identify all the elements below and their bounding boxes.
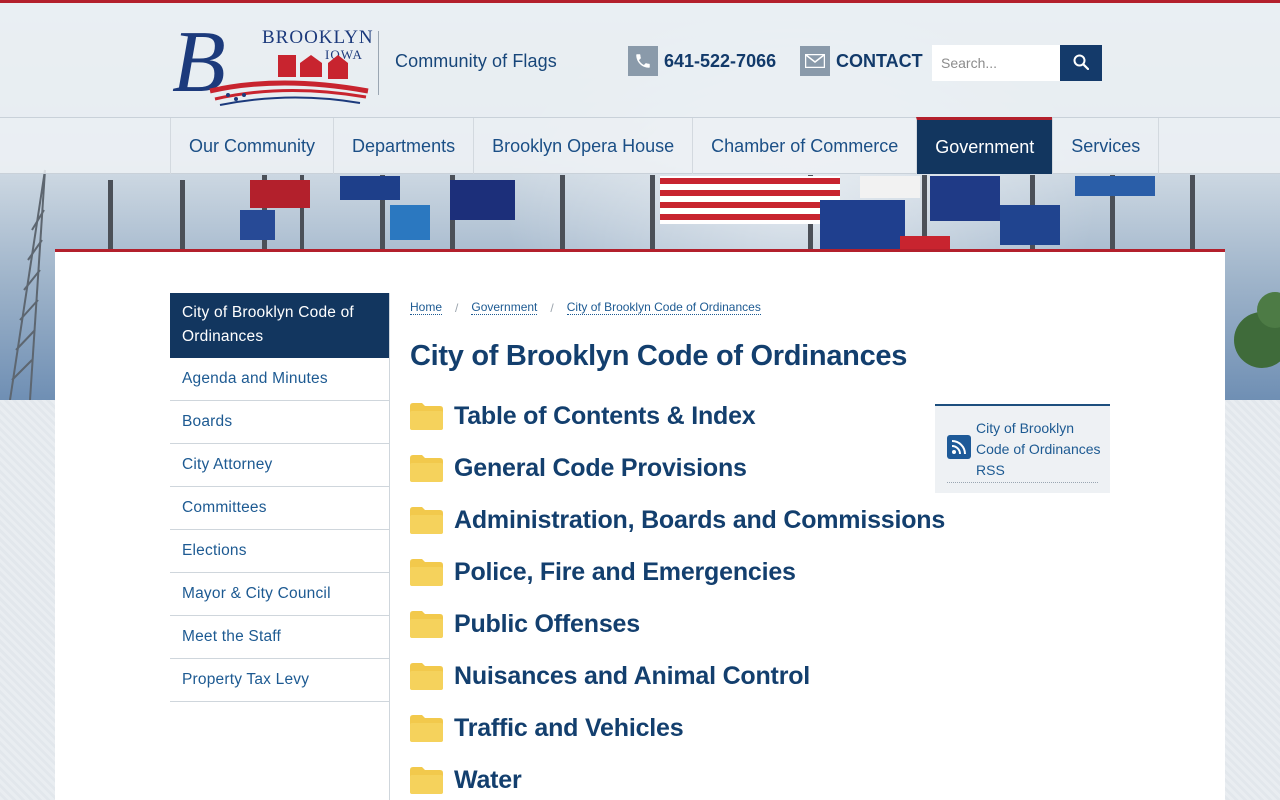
folder-item[interactable]: Table of Contents & Index xyxy=(410,390,910,442)
search-form xyxy=(932,45,1102,81)
folder-label[interactable]: Table of Contents & Index xyxy=(454,402,756,431)
folder-item[interactable]: Water xyxy=(410,754,910,800)
folder-item[interactable]: Administration, Boards and Commissions xyxy=(410,494,945,546)
logo-divider xyxy=(378,31,379,95)
page-title: City of Brooklyn Code of Ordinances xyxy=(410,340,908,372)
logo-state: IOWA xyxy=(325,47,363,62)
sidebar-item-agenda-and-minutes[interactable]: Agenda and Minutes xyxy=(170,358,389,401)
rss-link[interactable]: City of Brooklyn Code of Ordinances RSS xyxy=(976,418,1102,481)
sidebar-item-elections[interactable]: Elections xyxy=(170,530,389,573)
folder-item[interactable]: Traffic and Vehicles xyxy=(410,702,910,754)
site-logo[interactable]: B BROOKLYN IOWA xyxy=(170,13,375,111)
nav-item-services[interactable]: Services xyxy=(1052,118,1160,174)
site-header: B BROOKLYN IOWA Community of Flags 641-5… xyxy=(0,3,1280,117)
nav-item-brooklyn-opera-house[interactable]: Brooklyn Opera House xyxy=(473,118,692,174)
rss-icon[interactable] xyxy=(947,435,971,459)
breadcrumb: Home / Government / City of Brooklyn Cod… xyxy=(410,300,761,315)
folder-label[interactable]: Police, Fire and Emergencies xyxy=(454,558,796,587)
search-input[interactable] xyxy=(932,45,1060,81)
breadcrumb-government[interactable]: Government xyxy=(471,300,538,315)
sidebar-item-city-attorney[interactable]: City Attorney xyxy=(170,444,389,487)
breadcrumb-home[interactable]: Home xyxy=(410,300,443,315)
folder-label[interactable]: Administration, Boards and Commissions xyxy=(454,506,945,535)
sidebar-item-boards[interactable]: Boards xyxy=(170,401,389,444)
folder-icon xyxy=(410,662,443,690)
sidebar-item-code-of-ordinances[interactable]: City of Brooklyn Code of Ordinances xyxy=(170,293,389,358)
site-tagline: Community of Flags xyxy=(395,51,557,71)
nav-item-chamber-of-commerce[interactable]: Chamber of Commerce xyxy=(692,118,916,174)
folder-label[interactable]: Traffic and Vehicles xyxy=(454,714,684,743)
search-button[interactable] xyxy=(1060,45,1102,81)
breadcrumb-separator: / xyxy=(550,300,554,315)
mail-icon xyxy=(800,46,830,76)
folder-item[interactable]: Police, Fire and Emergencies xyxy=(410,546,910,598)
content-panel: City of Brooklyn Code of Ordinances Agen… xyxy=(55,249,1225,800)
folder-icon xyxy=(410,714,443,742)
folder-item[interactable]: General Code Provisions xyxy=(410,442,910,494)
breadcrumb-current[interactable]: City of Brooklyn Code of Ordinances xyxy=(566,300,761,315)
brooklyn-logo-graphic: B BROOKLYN IOWA xyxy=(172,14,374,111)
folder-icon xyxy=(410,402,443,430)
phone-link[interactable]: 641-522-7066 xyxy=(628,46,776,76)
sidebar-item-mayor-city-council[interactable]: Mayor & City Council xyxy=(170,573,389,616)
folder-icon xyxy=(410,454,443,482)
rss-divider xyxy=(947,482,1098,483)
contact-link[interactable]: CONTACT xyxy=(800,46,923,76)
search-icon xyxy=(1073,54,1090,73)
folder-label[interactable]: Public Offenses xyxy=(454,610,640,639)
folder-list: Table of Contents & Index General Code P… xyxy=(410,390,945,800)
phone-number: 641-522-7066 xyxy=(664,50,777,71)
breadcrumb-separator: / xyxy=(455,300,459,315)
folder-label[interactable]: General Code Provisions xyxy=(454,454,747,483)
rss-widget: City of Brooklyn Code of Ordinances RSS xyxy=(935,404,1110,493)
sidebar-item-property-tax-levy[interactable]: Property Tax Levy xyxy=(170,659,389,702)
folder-icon xyxy=(410,506,443,534)
sidebar-item-meet-the-staff[interactable]: Meet the Staff xyxy=(170,616,389,659)
folder-label[interactable]: Water xyxy=(454,766,522,795)
folder-item[interactable]: Nuisances and Animal Control xyxy=(410,650,910,702)
logo-wordmark: BROOKLYN xyxy=(262,27,374,48)
nav-item-our-community[interactable]: Our Community xyxy=(170,118,333,174)
folder-item[interactable]: Public Offenses xyxy=(410,598,910,650)
folder-label[interactable]: Nuisances and Animal Control xyxy=(454,662,810,691)
folder-icon xyxy=(410,766,443,794)
nav-item-government[interactable]: Government xyxy=(916,117,1053,174)
sidebar-divider xyxy=(389,293,390,800)
folder-icon xyxy=(410,610,443,638)
folder-icon xyxy=(410,558,443,586)
nav-item-departments[interactable]: Departments xyxy=(333,118,473,174)
logo-initial: B xyxy=(172,14,226,109)
sidebar-nav: City of Brooklyn Code of Ordinances Agen… xyxy=(170,293,389,702)
main-navigation: Our Community Departments Brooklyn Opera… xyxy=(0,117,1280,174)
contact-label: CONTACT xyxy=(836,50,923,71)
sidebar-item-committees[interactable]: Committees xyxy=(170,487,389,530)
phone-icon xyxy=(628,46,658,76)
